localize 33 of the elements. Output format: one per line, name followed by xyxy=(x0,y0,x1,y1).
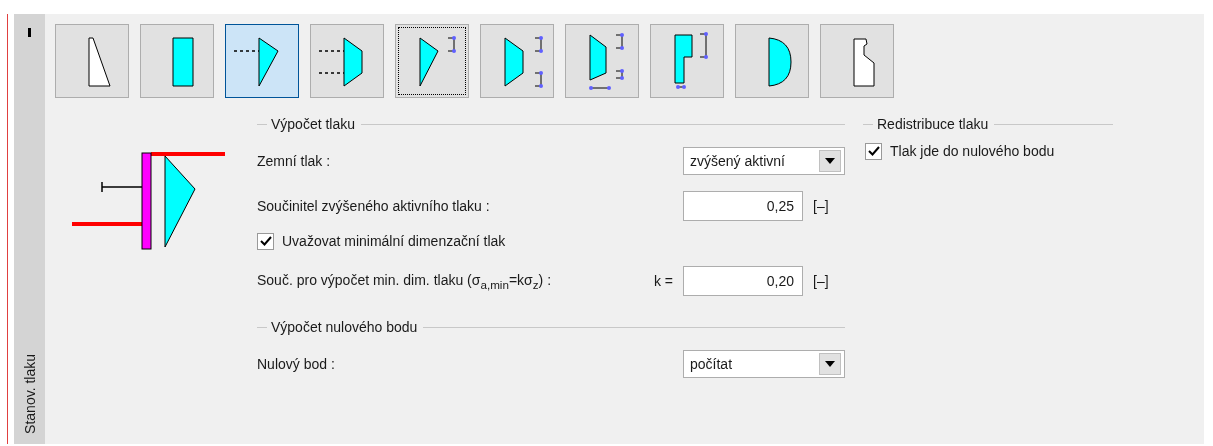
pressure-shape-icon xyxy=(233,37,279,87)
pressure-shape-icon xyxy=(674,32,708,89)
coefficient-field[interactable]: 0,25 xyxy=(683,191,803,221)
checkmark-icon xyxy=(867,146,880,156)
min-coefficient-field[interactable]: 0,20 xyxy=(683,266,803,296)
pressure-shape-icon xyxy=(504,36,543,88)
pressure-shape-icon xyxy=(589,33,624,90)
earth-pressure-dropdown[interactable]: zvýšený aktivní xyxy=(683,147,845,175)
pressure-shape-icon xyxy=(419,36,456,87)
section-title: Výpočet tlaku xyxy=(271,116,356,132)
pressure-shape-button[interactable] xyxy=(225,24,299,98)
checkbox[interactable] xyxy=(865,142,882,160)
unit-label: [–] xyxy=(813,273,830,289)
pressure-shape-icon xyxy=(318,37,363,87)
checkbox[interactable] xyxy=(257,232,274,250)
pressure-shape-button[interactable] xyxy=(395,24,469,98)
zero-point-label: Nulový bod : xyxy=(257,356,335,372)
section-title: Výpočet nulového bodu xyxy=(271,319,418,335)
checkbox-label: Uvažovat minimální dimenzační tlak xyxy=(282,233,506,249)
min-coefficient-label: Souč. pro výpočet min. dim. tlaku (σ$_{a,min}$=kσ$_{z}$) : xyxy=(257,271,552,291)
pressure-shape-icon xyxy=(172,37,194,87)
pressure-shape-icon xyxy=(88,37,111,87)
k-label: k = xyxy=(653,273,673,289)
section-title: Redistribuce tlaku xyxy=(877,116,989,132)
earth-pressure-label: Zemní tlak : xyxy=(257,153,331,169)
zero-point-dropdown[interactable]: počítat xyxy=(683,350,845,378)
unit-label: [–] xyxy=(813,198,830,214)
pressure-shape-icon xyxy=(768,37,792,87)
coefficient-label: Součinitel zvýšeného aktivního tlaku : xyxy=(257,198,490,214)
checkbox-label: Tlak jde do nulového bodu xyxy=(890,143,1055,159)
pressure-shape-icon xyxy=(853,38,875,87)
checkmark-icon xyxy=(259,236,272,246)
side-tab[interactable]: Stanov. tlaku xyxy=(21,354,38,434)
